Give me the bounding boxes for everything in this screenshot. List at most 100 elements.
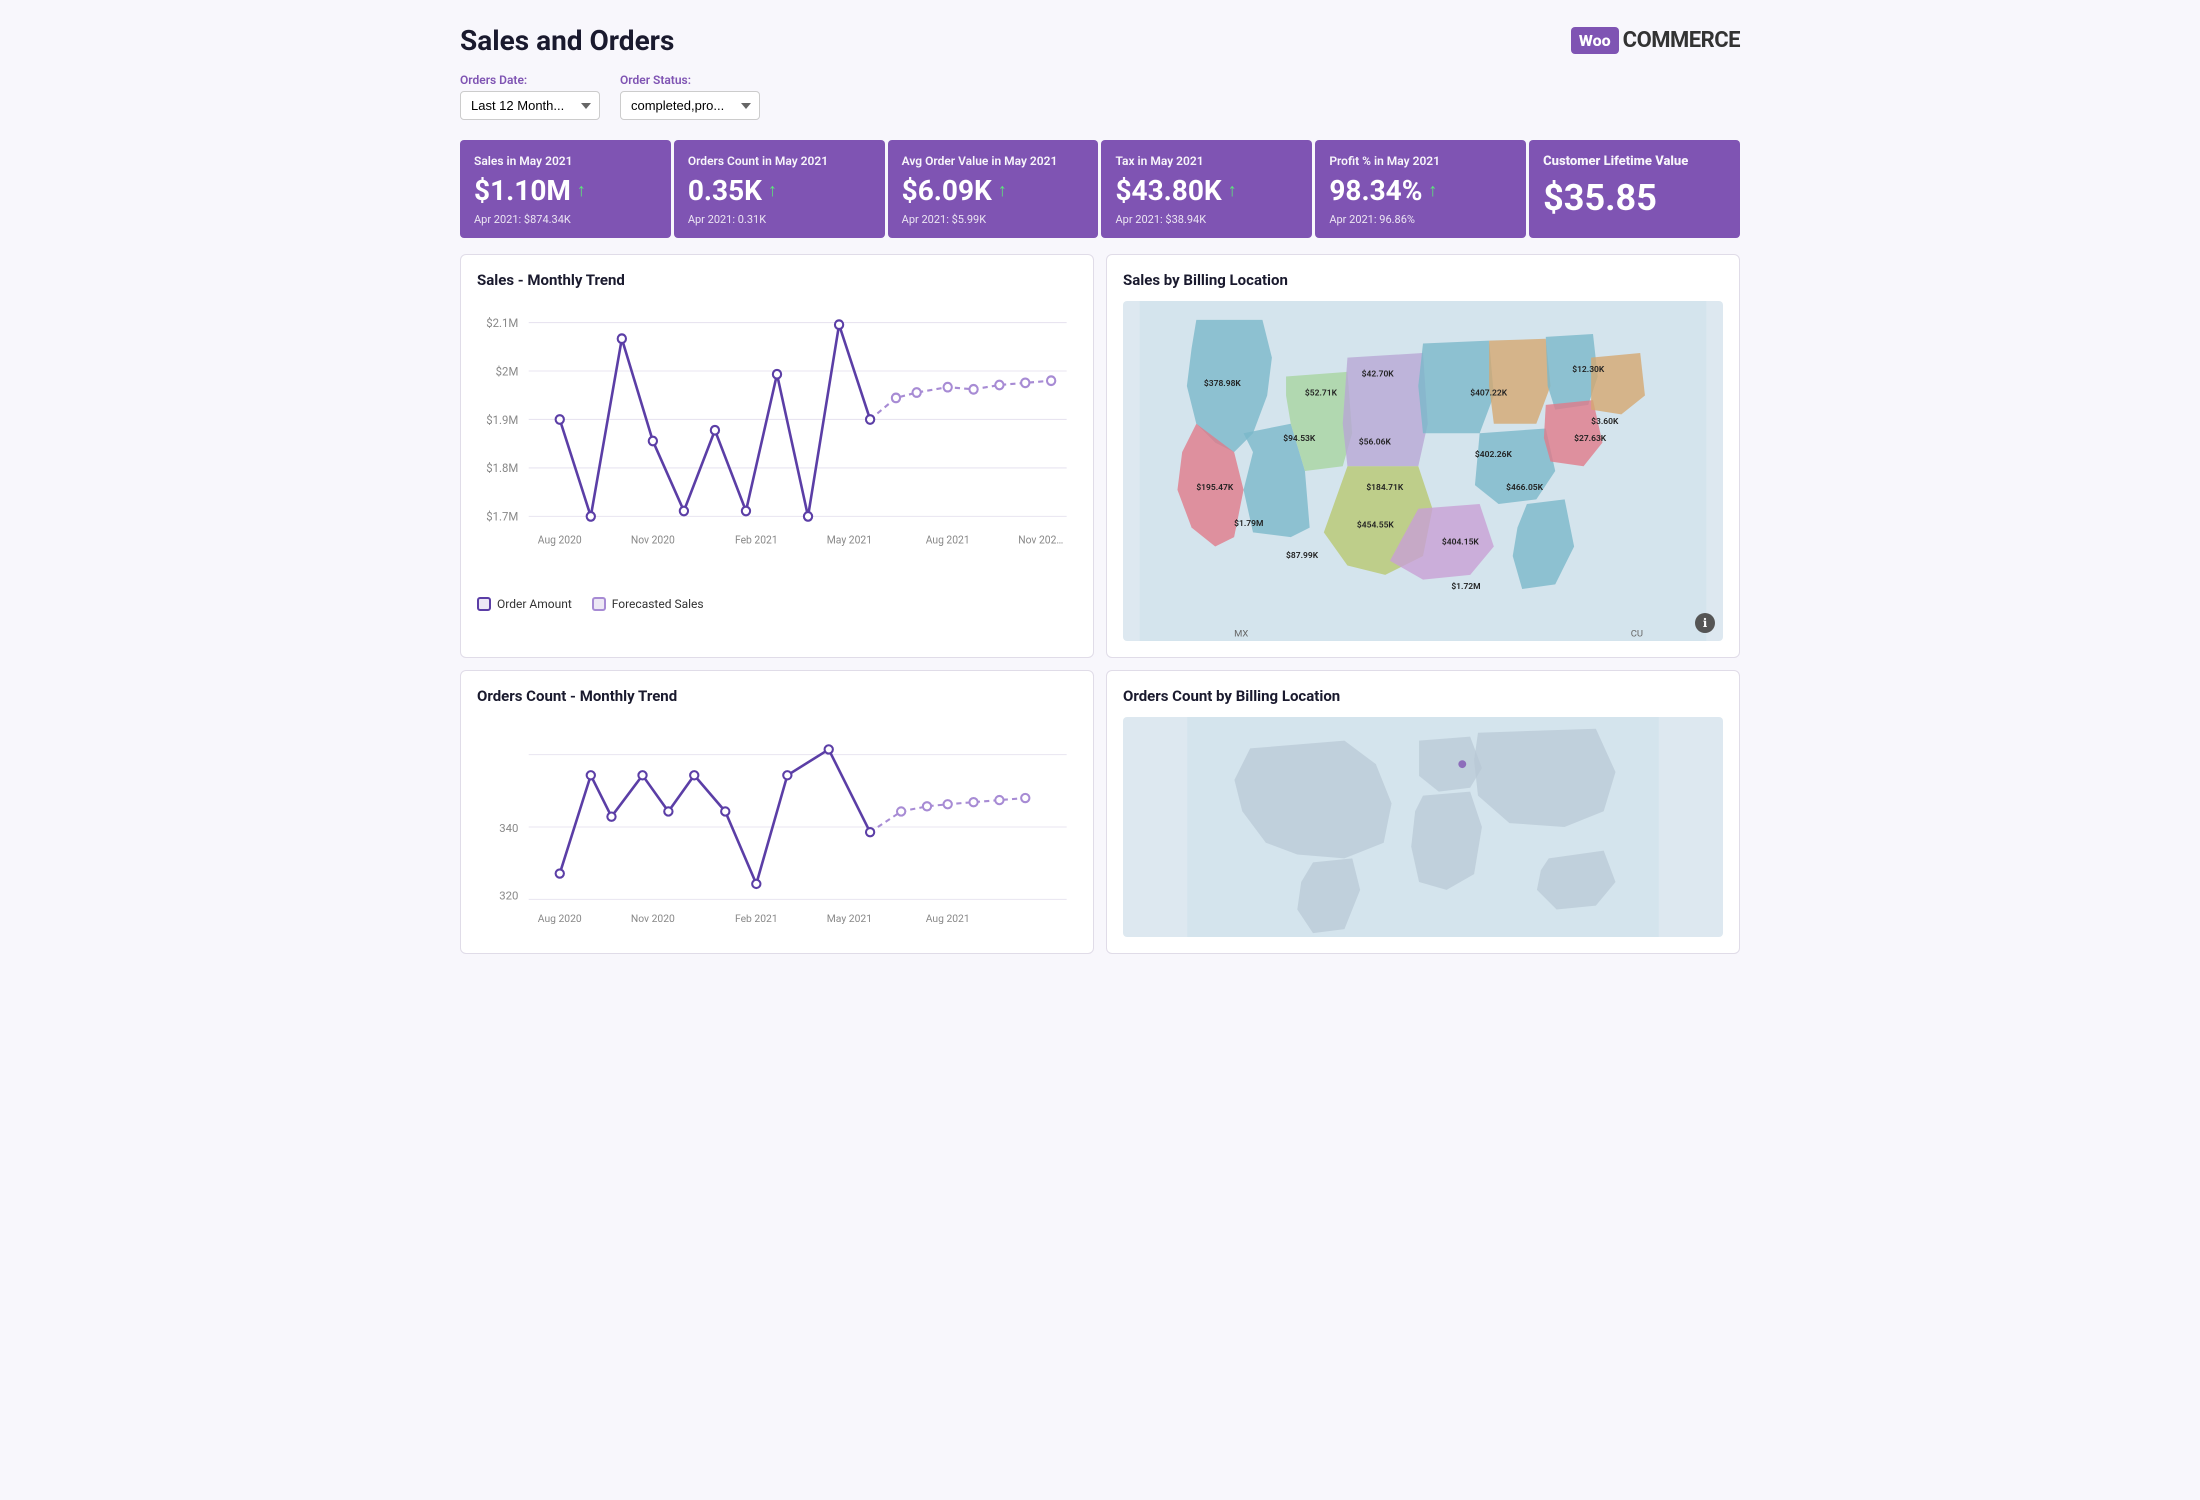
svg-text:$12.30K: $12.30K bbox=[1572, 364, 1605, 375]
svg-text:$52.71K: $52.71K bbox=[1305, 387, 1338, 398]
svg-text:$2M: $2M bbox=[496, 364, 519, 378]
svg-text:$1.9M: $1.9M bbox=[486, 413, 518, 427]
kpi-card-lifetime: Customer Lifetime Value $35.85 bbox=[1529, 140, 1740, 238]
map-info-button[interactable]: ℹ bbox=[1695, 613, 1715, 633]
svg-text:Feb 2021: Feb 2021 bbox=[735, 533, 778, 546]
kpi-sales-arrow: ↑ bbox=[577, 180, 586, 201]
orders-map-svg bbox=[1123, 717, 1723, 937]
charts-grid: Sales - Monthly Trend $2.1M $2M $1.9M $1… bbox=[460, 254, 1740, 954]
svg-text:$1.72M: $1.72M bbox=[1451, 581, 1480, 592]
woo-logo-text: COMMERCE bbox=[1623, 28, 1740, 53]
date-filter-label: Orders Date: bbox=[460, 73, 600, 87]
orders-trend-svg: 340 320 Aug 2020 Nov 2020 Feb 2021 May 2… bbox=[477, 717, 1077, 937]
legend-forecasted-box bbox=[592, 597, 606, 611]
legend-order-amount-label: Order Amount bbox=[497, 597, 572, 611]
sales-trend-title: Sales - Monthly Trend bbox=[477, 271, 1077, 289]
orders-map-area bbox=[1123, 717, 1723, 937]
orders-count-title: Orders Count - Monthly Trend bbox=[477, 687, 1077, 705]
svg-text:$3.60K: $3.60K bbox=[1591, 416, 1619, 427]
svg-text:340: 340 bbox=[499, 821, 518, 835]
kpi-lifetime-title: Customer Lifetime Value bbox=[1543, 154, 1726, 169]
billing-map-card: Sales by Billing Location bbox=[1106, 254, 1740, 658]
kpi-avg-prev: Apr 2021: $5.99K bbox=[902, 213, 1085, 226]
svg-text:May 2021: May 2021 bbox=[827, 533, 872, 546]
kpi-card-tax: Tax in May 2021 $43.80K ↑ Apr 2021: $38.… bbox=[1101, 140, 1312, 238]
kpi-row: Sales in May 2021 $1.10M ↑ Apr 2021: $87… bbox=[460, 140, 1740, 238]
legend-order-amount: Order Amount bbox=[477, 597, 572, 611]
kpi-sales-title: Sales in May 2021 bbox=[474, 154, 657, 168]
kpi-tax-arrow: ↑ bbox=[1228, 180, 1237, 201]
orders-billing-card: Orders Count by Billing Location bbox=[1106, 670, 1740, 954]
kpi-avg-value: $6.09K ↑ bbox=[902, 174, 1085, 207]
kpi-orders-value: 0.35K ↑ bbox=[688, 174, 871, 207]
kpi-tax-value: $43.80K ↑ bbox=[1115, 174, 1298, 207]
legend-order-amount-box bbox=[477, 597, 491, 611]
sales-trend-svg: $2.1M $2M $1.9M $1.8M $1.7M Aug 2020 Nov… bbox=[477, 301, 1077, 581]
kpi-profit-title: Profit % in May 2021 bbox=[1329, 154, 1512, 168]
filters-bar: Orders Date: Last 12 Month... Order Stat… bbox=[460, 73, 1740, 120]
sales-trend-area: $2.1M $2M $1.9M $1.8M $1.7M Aug 2020 Nov… bbox=[477, 301, 1077, 581]
billing-map-title: Sales by Billing Location bbox=[1123, 271, 1723, 289]
svg-text:$27.63K: $27.63K bbox=[1574, 433, 1607, 444]
page-title: Sales and Orders bbox=[460, 24, 674, 57]
status-filter-label: Order Status: bbox=[620, 73, 760, 87]
kpi-orders-arrow: ↑ bbox=[768, 180, 777, 201]
date-filter-select[interactable]: Last 12 Month... bbox=[460, 91, 600, 120]
woocommerce-logo: Woo COMMERCE bbox=[1571, 27, 1740, 54]
svg-text:MX: MX bbox=[1234, 628, 1248, 639]
kpi-profit-value: 98.34% ↑ bbox=[1329, 174, 1512, 207]
woo-logo-box: Woo bbox=[1571, 27, 1619, 54]
svg-text:Nov 202…: Nov 202… bbox=[1018, 533, 1063, 546]
svg-text:Aug 2020: Aug 2020 bbox=[538, 912, 582, 925]
kpi-tax-prev: Apr 2021: $38.94K bbox=[1115, 213, 1298, 226]
svg-text:$466.05K: $466.05K bbox=[1506, 482, 1544, 493]
kpi-orders-prev: Apr 2021: 0.31K bbox=[688, 213, 871, 226]
svg-text:$454.55K: $454.55K bbox=[1357, 520, 1395, 531]
kpi-card-avg-order: Avg Order Value in May 2021 $6.09K ↑ Apr… bbox=[888, 140, 1099, 238]
svg-text:320: 320 bbox=[499, 888, 518, 902]
kpi-profit-prev: Apr 2021: 96.86% bbox=[1329, 213, 1512, 226]
svg-text:Nov 2020: Nov 2020 bbox=[631, 533, 675, 546]
kpi-profit-arrow: ↑ bbox=[1428, 180, 1437, 201]
kpi-lifetime-value: $35.85 bbox=[1543, 177, 1726, 219]
sales-trend-legend: Order Amount Forecasted Sales bbox=[477, 589, 1077, 611]
svg-text:$1.79M: $1.79M bbox=[1234, 518, 1263, 529]
sales-trend-card: Sales - Monthly Trend $2.1M $2M $1.9M $1… bbox=[460, 254, 1094, 658]
status-filter-select[interactable]: completed,pro... bbox=[620, 91, 760, 120]
svg-text:$42.70K: $42.70K bbox=[1362, 369, 1395, 380]
legend-forecasted-sales: Forecasted Sales bbox=[592, 597, 704, 611]
svg-text:May 2021: May 2021 bbox=[827, 912, 872, 925]
orders-count-trend-card: Orders Count - Monthly Trend 340 320 Aug… bbox=[460, 670, 1094, 954]
orders-trend-area: 340 320 Aug 2020 Nov 2020 Feb 2021 May 2… bbox=[477, 717, 1077, 937]
legend-forecasted-label: Forecasted Sales bbox=[612, 597, 704, 611]
kpi-sales-value: $1.10M ↑ bbox=[474, 174, 657, 207]
svg-text:$195.47K: $195.47K bbox=[1196, 482, 1234, 493]
orders-billing-title: Orders Count by Billing Location bbox=[1123, 687, 1723, 705]
svg-text:Aug 2020: Aug 2020 bbox=[538, 533, 582, 546]
svg-text:CU: CU bbox=[1631, 628, 1643, 639]
kpi-card-profit: Profit % in May 2021 98.34% ↑ Apr 2021: … bbox=[1315, 140, 1526, 238]
status-filter-group: Order Status: completed,pro... bbox=[620, 73, 760, 120]
kpi-avg-arrow: ↑ bbox=[998, 180, 1007, 201]
svg-text:Nov 2020: Nov 2020 bbox=[631, 912, 675, 925]
kpi-avg-title: Avg Order Value in May 2021 bbox=[902, 154, 1085, 168]
svg-text:Aug 2021: Aug 2021 bbox=[926, 533, 970, 546]
svg-text:$1.8M: $1.8M bbox=[486, 461, 518, 475]
svg-text:$404.15K: $404.15K bbox=[1442, 537, 1480, 548]
svg-text:$94.53K: $94.53K bbox=[1283, 433, 1316, 444]
kpi-card-orders: Orders Count in May 2021 0.35K ↑ Apr 202… bbox=[674, 140, 885, 238]
svg-text:Feb 2021: Feb 2021 bbox=[735, 912, 778, 925]
kpi-card-sales: Sales in May 2021 $1.10M ↑ Apr 2021: $87… bbox=[460, 140, 671, 238]
svg-text:Aug 2021: Aug 2021 bbox=[926, 912, 970, 925]
svg-text:$402.26K: $402.26K bbox=[1475, 449, 1513, 460]
svg-text:$184.71K: $184.71K bbox=[1366, 482, 1404, 493]
svg-text:$87.99K: $87.99K bbox=[1286, 550, 1319, 561]
kpi-orders-title: Orders Count in May 2021 bbox=[688, 154, 871, 168]
date-filter-group: Orders Date: Last 12 Month... bbox=[460, 73, 600, 120]
kpi-tax-title: Tax in May 2021 bbox=[1115, 154, 1298, 168]
us-map-svg: $378.98K $52.71K $42.70K $94.53K $56.06K… bbox=[1123, 301, 1723, 641]
page-header: Sales and Orders Woo COMMERCE bbox=[460, 24, 1740, 57]
svg-text:$2.1M: $2.1M bbox=[486, 316, 518, 330]
svg-text:$407.22K: $407.22K bbox=[1470, 387, 1508, 398]
svg-text:$1.7M: $1.7M bbox=[486, 509, 518, 523]
